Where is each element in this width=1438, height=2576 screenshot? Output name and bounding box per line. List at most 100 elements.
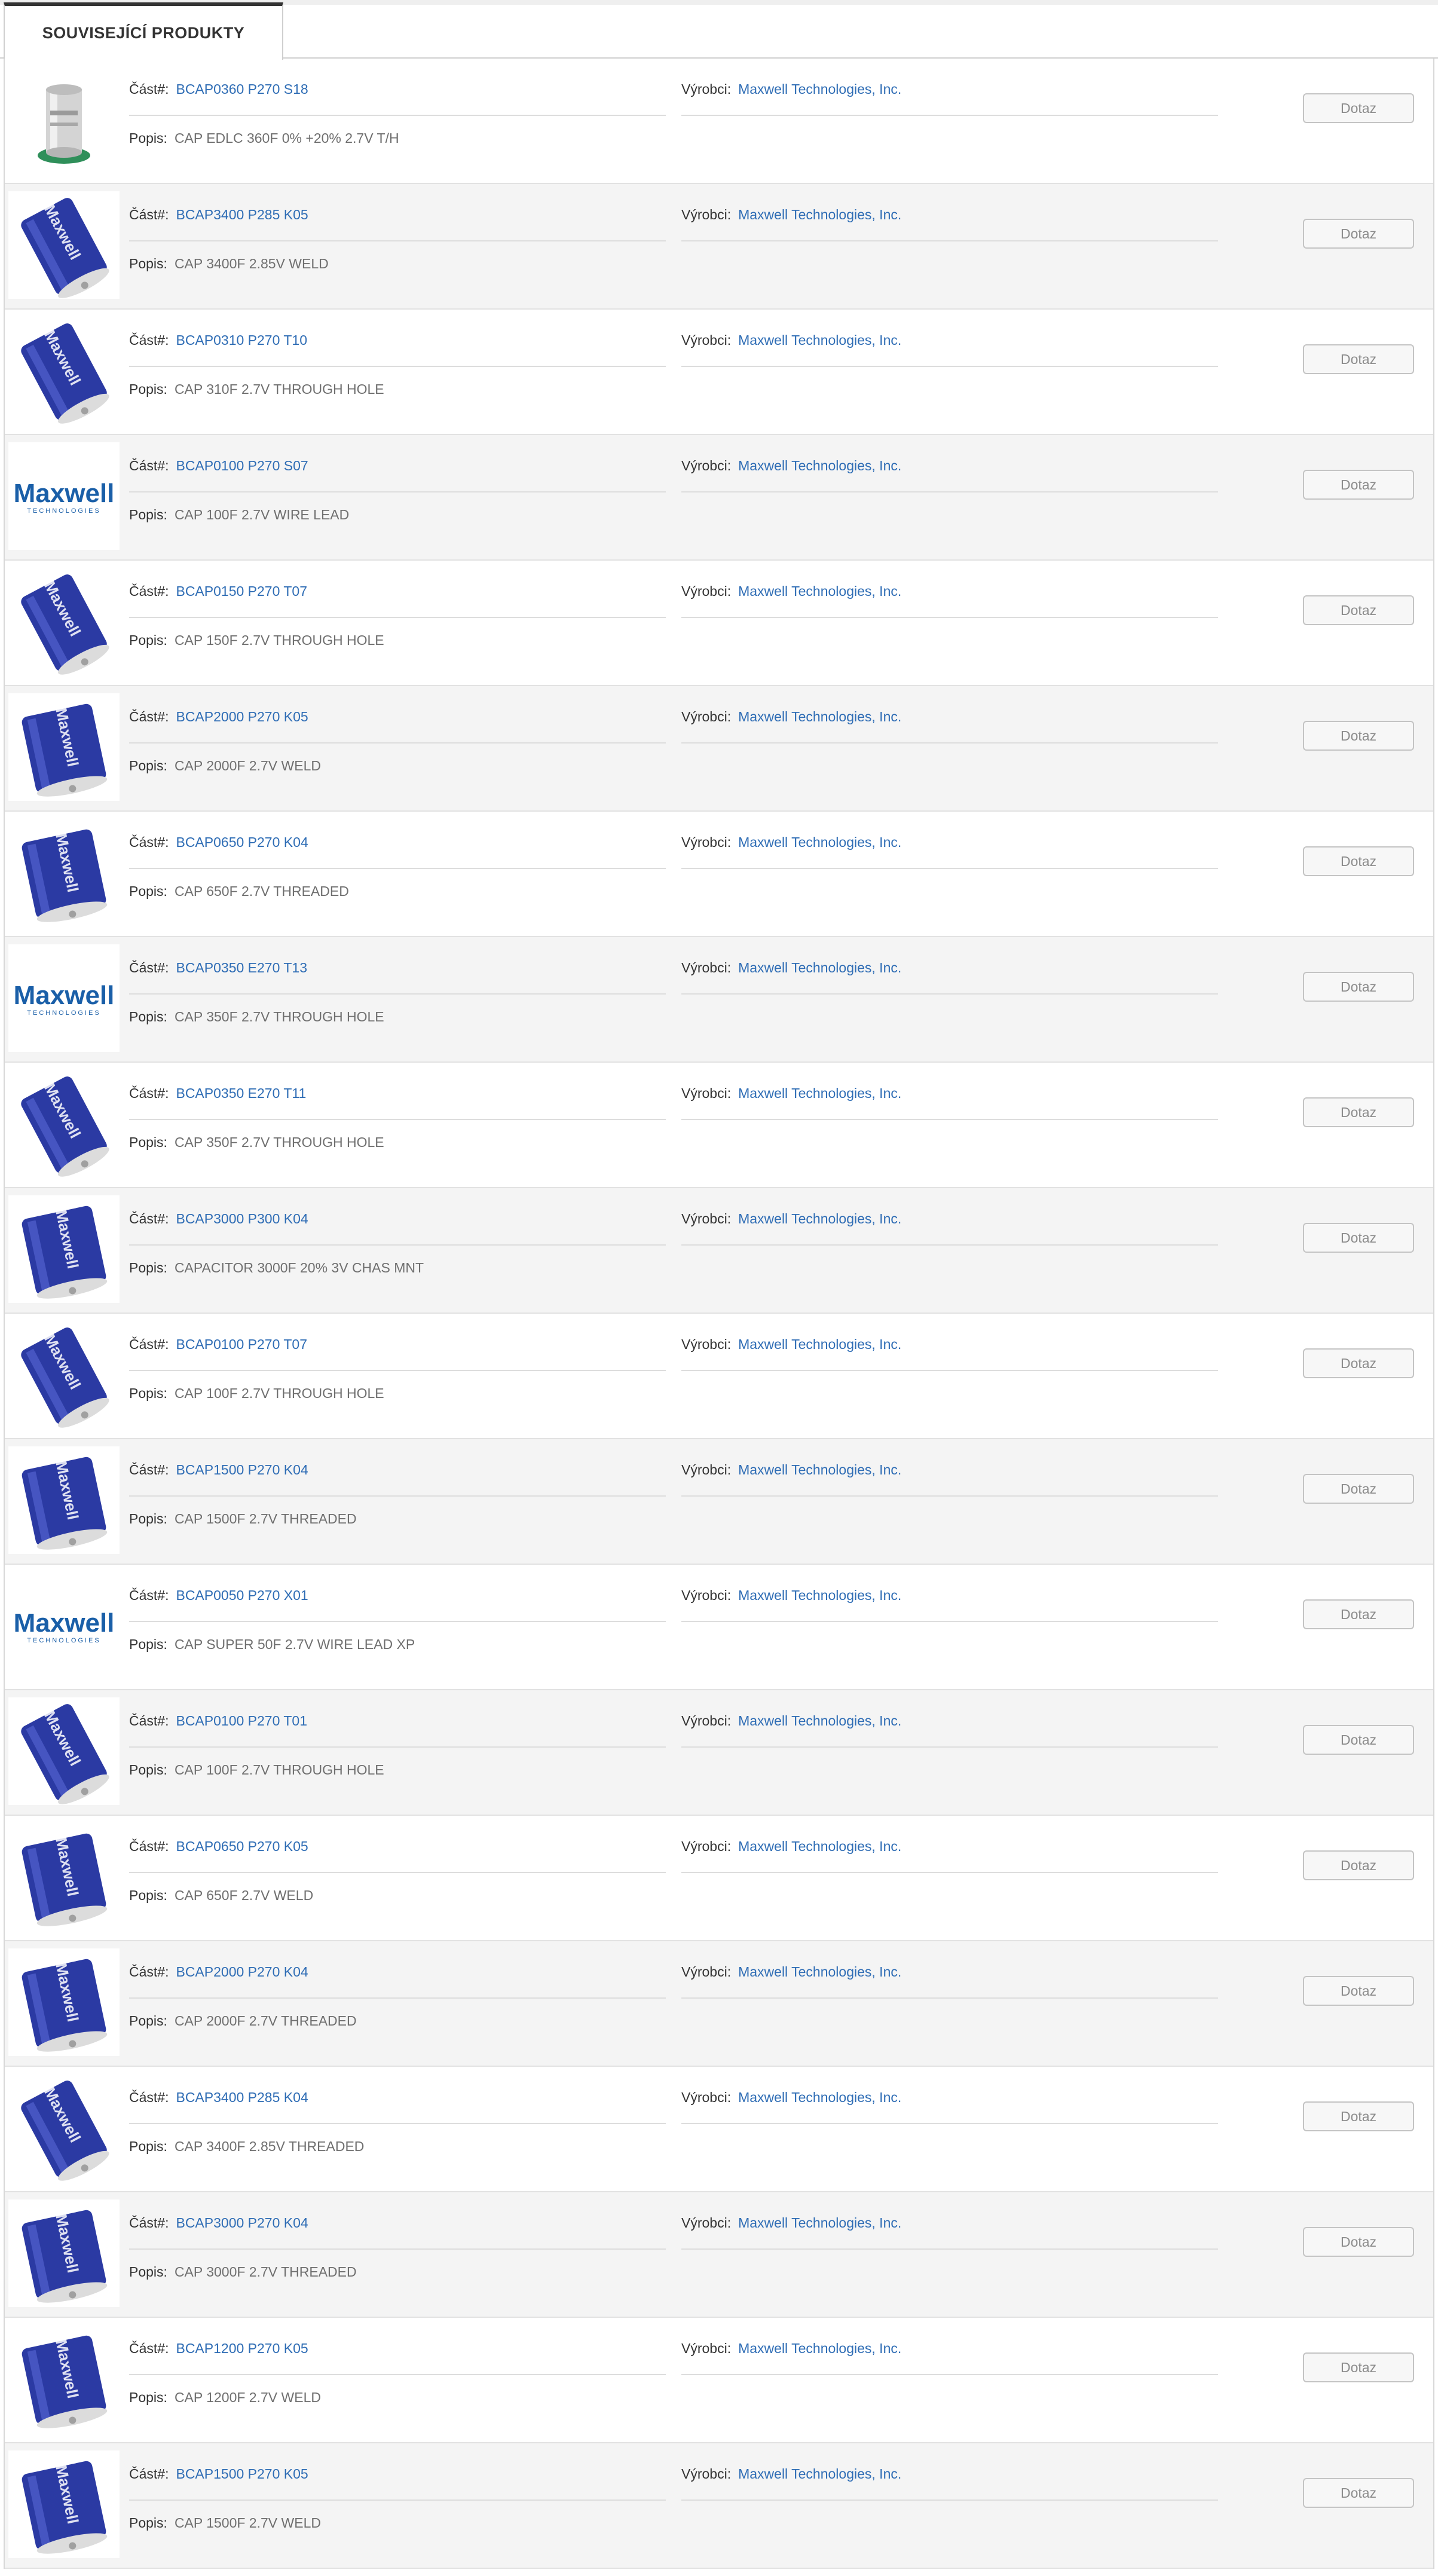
part-number-link[interactable]: BCAP0650 P270 K04 [176, 834, 308, 850]
tab-bar: SOUVISEJÍCÍ PRODUKTY [0, 2, 1438, 60]
inquiry-button[interactable]: Dotaz [1303, 595, 1414, 625]
manufacturer-field: Výrobci: Maxwell Technologies, Inc. [681, 1713, 901, 1729]
tab-related-products[interactable]: SOUVISEJÍCÍ PRODUKTY [4, 2, 283, 60]
manufacturer-link[interactable]: Maxwell Technologies, Inc. [738, 1587, 901, 1603]
part-number-link[interactable]: BCAP1500 P270 K04 [176, 1462, 308, 1477]
product-image[interactable]: Maxwell [8, 2450, 120, 2558]
inquiry-button[interactable]: Dotaz [1303, 2101, 1414, 2131]
product-image[interactable]: Maxwell [8, 693, 120, 801]
product-image[interactable]: Maxwell [8, 191, 120, 299]
part-number-link[interactable]: BCAP2000 P270 K04 [176, 1964, 308, 1980]
description-text: CAP SUPER 50F 2.7V WIRE LEAD XP [174, 1636, 415, 1652]
description-label: Popis: [129, 507, 167, 522]
product-row: Maxwell TECHNOLOGIES Část#: BCAP0350 E270 … [5, 937, 1433, 1063]
part-field: Část#: BCAP0650 P270 K04 [129, 834, 308, 850]
manufacturer-link[interactable]: Maxwell Technologies, Inc. [738, 458, 901, 473]
inquiry-button[interactable]: Dotaz [1303, 470, 1414, 500]
inquiry-button[interactable]: Dotaz [1303, 972, 1414, 1002]
inquiry-button[interactable]: Dotaz [1303, 93, 1414, 123]
product-image[interactable]: Maxwell [8, 2325, 120, 2433]
manufacturer-link[interactable]: Maxwell Technologies, Inc. [738, 960, 901, 975]
product-image[interactable]: Maxwell [8, 568, 120, 675]
manufacturer-divider [681, 366, 1218, 367]
inquiry-button[interactable]: Dotaz [1303, 721, 1414, 751]
manufacturer-link[interactable]: Maxwell Technologies, Inc. [738, 2215, 901, 2231]
manufacturer-field: Výrobci: Maxwell Technologies, Inc. [681, 709, 901, 725]
description-text: CAP 1200F 2.7V WELD [174, 2390, 321, 2405]
manufacturer-link[interactable]: Maxwell Technologies, Inc. [738, 1336, 901, 1352]
product-image[interactable]: Maxwell TECHNOLOGIES [8, 1572, 120, 1679]
manufacturer-link[interactable]: Maxwell Technologies, Inc. [738, 1964, 901, 1980]
product-image[interactable]: Maxwell [8, 819, 120, 926]
manufacturer-link[interactable]: Maxwell Technologies, Inc. [738, 709, 901, 724]
inquiry-button[interactable]: Dotaz [1303, 1474, 1414, 1504]
manufacturer-link[interactable]: Maxwell Technologies, Inc. [738, 1085, 901, 1101]
product-image[interactable]: Maxwell [8, 1948, 120, 2056]
inquiry-button[interactable]: Dotaz [1303, 1097, 1414, 1127]
product-row: Maxwell Část#: BCAP0310 P270 T10 Výrobci:… [5, 310, 1433, 435]
inquiry-button[interactable]: Dotaz [1303, 1725, 1414, 1755]
inquiry-button[interactable]: Dotaz [1303, 1223, 1414, 1253]
manufacturer-link[interactable]: Maxwell Technologies, Inc. [738, 2089, 901, 2105]
manufacturer-link[interactable]: Maxwell Technologies, Inc. [738, 583, 901, 599]
product-image[interactable]: Maxwell TECHNOLOGIES [8, 944, 120, 1052]
inquiry-button[interactable]: Dotaz [1303, 344, 1414, 374]
inquiry-button[interactable]: Dotaz [1303, 1599, 1414, 1629]
part-number-link[interactable]: BCAP3400 P285 K04 [176, 2089, 308, 2105]
part-number-link[interactable]: BCAP1200 P270 K05 [176, 2341, 308, 2356]
manufacturer-link[interactable]: Maxwell Technologies, Inc. [738, 207, 901, 222]
product-image[interactable]: Maxwell TECHNOLOGIES [8, 442, 120, 550]
inquiry-button[interactable]: Dotaz [1303, 2478, 1414, 2508]
inquiry-button[interactable]: Dotaz [1303, 1348, 1414, 1378]
part-number-link[interactable]: BCAP0310 P270 T10 [176, 332, 307, 348]
part-number-link[interactable]: BCAP0100 P270 T01 [176, 1713, 307, 1728]
manufacturer-field: Výrobci: Maxwell Technologies, Inc. [681, 834, 901, 850]
manufacturer-label: Výrobci: [681, 2341, 732, 2356]
product-image[interactable] [8, 66, 120, 173]
part-number-link[interactable]: BCAP0650 P270 K05 [176, 1838, 308, 1854]
manufacturer-link[interactable]: Maxwell Technologies, Inc. [738, 1462, 901, 1477]
part-number-link[interactable]: BCAP0050 P270 X01 [176, 1587, 308, 1603]
part-number-link[interactable]: BCAP0350 E270 T11 [176, 1085, 306, 1101]
manufacturer-label: Výrobci: [681, 2466, 732, 2482]
description-field: Popis: CAP EDLC 360F 0% +20% 2.7V T/H [129, 130, 399, 146]
part-number-link[interactable]: BCAP3000 P300 K04 [176, 1211, 308, 1226]
manufacturer-link[interactable]: Maxwell Technologies, Inc. [738, 1211, 901, 1226]
product-image[interactable]: Maxwell [8, 1823, 120, 1931]
product-image[interactable]: Maxwell [8, 1697, 120, 1805]
manufacturer-divider [681, 1244, 1218, 1246]
product-image[interactable]: Maxwell [8, 1195, 120, 1303]
manufacturer-link[interactable]: Maxwell Technologies, Inc. [738, 2466, 901, 2482]
part-number-link[interactable]: BCAP0150 P270 T07 [176, 583, 307, 599]
manufacturer-link[interactable]: Maxwell Technologies, Inc. [738, 2341, 901, 2356]
product-image[interactable]: Maxwell [8, 1446, 120, 1554]
inquiry-button[interactable]: Dotaz [1303, 846, 1414, 876]
product-image[interactable]: Maxwell [8, 1070, 120, 1177]
manufacturer-link[interactable]: Maxwell Technologies, Inc. [738, 332, 901, 348]
product-image[interactable]: Maxwell [8, 2074, 120, 2182]
part-label: Část#: [129, 1336, 169, 1352]
inquiry-button[interactable]: Dotaz [1303, 1850, 1414, 1880]
inquiry-button[interactable]: Dotaz [1303, 1976, 1414, 2006]
part-divider [129, 1997, 666, 1999]
manufacturer-label: Výrobci: [681, 81, 732, 97]
inquiry-button[interactable]: Dotaz [1303, 219, 1414, 249]
product-image[interactable]: Maxwell [8, 1321, 120, 1428]
inquiry-button[interactable]: Dotaz [1303, 2352, 1414, 2382]
part-number-link[interactable]: BCAP0100 P270 S07 [176, 458, 308, 473]
manufacturer-link[interactable]: Maxwell Technologies, Inc. [738, 1713, 901, 1728]
part-number-link[interactable]: BCAP0360 P270 S18 [176, 81, 308, 97]
manufacturer-link[interactable]: Maxwell Technologies, Inc. [738, 81, 901, 97]
inquiry-button[interactable]: Dotaz [1303, 2227, 1414, 2257]
part-number-link[interactable]: BCAP2000 P270 K05 [176, 709, 308, 724]
manufacturer-label: Výrobci: [681, 960, 732, 975]
manufacturer-link[interactable]: Maxwell Technologies, Inc. [738, 1838, 901, 1854]
part-number-link[interactable]: BCAP0350 E270 T13 [176, 960, 307, 975]
part-number-link[interactable]: BCAP0100 P270 T07 [176, 1336, 307, 1352]
part-number-link[interactable]: BCAP1500 P270 K05 [176, 2466, 308, 2482]
product-image[interactable]: Maxwell [8, 2199, 120, 2307]
part-number-link[interactable]: BCAP3000 P270 K04 [176, 2215, 308, 2231]
manufacturer-link[interactable]: Maxwell Technologies, Inc. [738, 834, 901, 850]
part-number-link[interactable]: BCAP3400 P285 K05 [176, 207, 308, 222]
product-image[interactable]: Maxwell [8, 317, 120, 424]
